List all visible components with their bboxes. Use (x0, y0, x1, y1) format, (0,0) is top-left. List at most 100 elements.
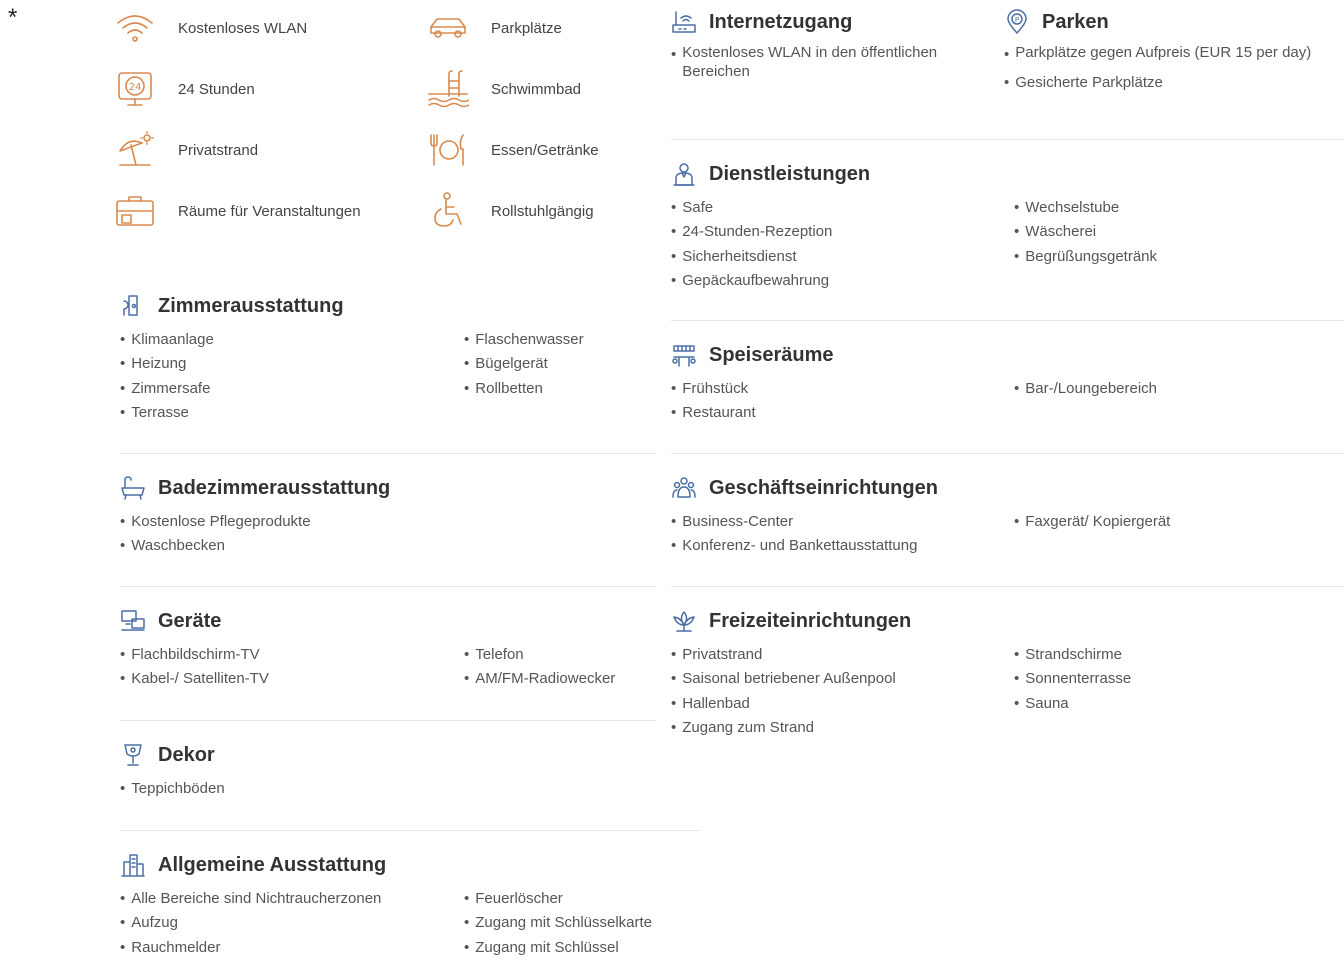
highlight-events: Räume für Veranstaltungen (112, 189, 361, 233)
section-geschaeftseinrichtungen: Geschäftseinrichtungen Business-CenterKo… (671, 474, 1344, 554)
highlight-beach: Privatstrand (112, 128, 258, 172)
list-item: Frühstück (671, 377, 756, 401)
highlight-parking: Parkplätze (425, 6, 562, 50)
list-item: Zugang mit Schlüssel (464, 936, 652, 960)
list-item: Flachbildschirm-TV (120, 643, 269, 667)
list-item: Bügelgerät (464, 352, 584, 376)
list-item: Saisonal betriebener Außenpool (671, 667, 896, 691)
list-item: Alle Bereiche sind Nichtraucherzonen (120, 887, 381, 911)
list-item: Privatstrand (671, 643, 896, 667)
list-item: Begrüßungsgetränk (1014, 245, 1157, 269)
router-icon (671, 8, 701, 36)
list-item: Safe (671, 196, 832, 220)
divider (120, 830, 700, 831)
list-item: Wäscherei (1014, 220, 1157, 244)
highlight-label: Räume für Veranstaltungen (178, 202, 361, 220)
section-title: Dienstleistungen (709, 162, 871, 185)
asterisk-mark: * (8, 4, 18, 31)
car-icon (425, 8, 471, 48)
lotus-spa-icon (671, 607, 701, 635)
highlight-pool: Schwimmbad (425, 67, 581, 111)
svg-text:24: 24 (129, 82, 142, 93)
list-item: Flaschenwasser (464, 328, 583, 352)
list-item: Rollbetten (464, 377, 584, 401)
section-zimmerausstattung: Zimmerausstattung KlimaanlageHeizungZimm… (120, 292, 656, 421)
clock-24-icon: 24 (112, 69, 158, 109)
list-item: Rauchmelder (120, 936, 381, 960)
section-title: Geschäftseinrichtungen (709, 476, 938, 499)
section-badezimmerausstattung: Badezimmerausstattung Kostenlose Pflegep… (120, 474, 656, 554)
list-item: Konferenz- und Bankettausstattung (671, 534, 917, 558)
list-item: Zugang zum Strand (671, 716, 896, 740)
pool-icon (425, 69, 471, 109)
section-allgemeine-ausstattung: Allgemeine Ausstattung Alle Bereiche sin… (120, 851, 700, 956)
list-item: Strandschirme (1014, 643, 1131, 667)
highlight-label: Privatstrand (178, 141, 259, 159)
list-item: Terrasse (120, 401, 214, 425)
list-item: Kabel-/ Satelliten-TV (120, 667, 269, 691)
section-internetzugang: Internetzugang Kostenloses WLAN in den ö… (671, 8, 991, 80)
list-item: Sonnenterrasse (1014, 667, 1131, 691)
highlight-label: Kostenloses WLAN (178, 19, 308, 37)
svg-text:P: P (1015, 16, 1019, 24)
highlight-wheelchair: Rollstuhlgängig (425, 189, 594, 233)
divider (671, 453, 1344, 454)
list-item: Sicherheitsdienst (671, 245, 832, 269)
list-item: Zugang mit Schlüsselkarte (464, 911, 652, 935)
list-item: Restaurant (671, 401, 755, 425)
list-item: Teppichböden (120, 777, 224, 801)
divider (671, 320, 1344, 321)
section-title: Internetzugang (709, 10, 853, 33)
trophy-vase-icon (120, 741, 150, 769)
divider (671, 586, 1344, 587)
parking-pin-icon: P (1004, 8, 1034, 36)
highlight-label: 24 Stunden (178, 80, 255, 98)
building-icon (120, 851, 150, 879)
bathtub-icon (120, 474, 150, 502)
room-key-icon (120, 292, 150, 320)
devices-icon (120, 607, 150, 635)
list-item: Hallenbad (671, 692, 896, 716)
highlight-dining: Essen/Getränke (425, 128, 599, 172)
dining-icon (425, 130, 471, 170)
wheelchair-icon (425, 191, 471, 231)
list-item: Gepäckaufbewahrung (671, 269, 832, 293)
list-item: Zimmersafe (120, 377, 214, 401)
divider (120, 453, 656, 454)
section-speiseraeume: Speiseräume FrühstückRestaurant Bar-/Lou… (671, 341, 1344, 421)
briefcase-icon (112, 191, 158, 231)
list-item: Wechselstube (1014, 196, 1157, 220)
list-item: Faxgerät/ Kopiergerät (1014, 510, 1170, 534)
highlight-wifi: Kostenloses WLAN (112, 6, 307, 50)
meeting-group-icon (671, 474, 701, 502)
list-item: Heizung (120, 352, 214, 376)
list-item: Bar-/Loungebereich (1014, 377, 1157, 401)
highlight-label: Parkplätze (491, 19, 562, 37)
section-title: Speiseräume (709, 343, 834, 366)
section-freizeiteinrichtungen: Freizeiteinrichtungen PrivatstrandSaison… (671, 607, 1344, 736)
section-title: Badezimmerausstattung (158, 476, 391, 499)
highlight-label: Rollstuhlgängig (491, 202, 594, 220)
list-item: Gesicherte Parkplätze (1004, 71, 1314, 95)
section-title: Geräte (158, 609, 222, 632)
list-item: Business-Center (671, 510, 917, 534)
list-item: Telefon (464, 643, 615, 667)
concierge-icon (671, 160, 701, 188)
list-item: Klimaanlage (120, 328, 214, 352)
list-item: Aufzug (120, 911, 381, 935)
section-title: Zimmerausstattung (158, 294, 344, 317)
list-item: Kostenloses WLAN in den öffentlichen Ber… (671, 44, 981, 81)
highlight-24h: 24 24 Stunden (112, 67, 255, 111)
divider (671, 139, 1344, 140)
wifi-icon (112, 8, 158, 48)
highlight-label: Schwimmbad (491, 80, 582, 98)
divider (120, 586, 656, 587)
section-title: Allgemeine Ausstattung (158, 853, 387, 876)
list-item: 24-Stunden-Rezeption (671, 220, 832, 244)
list-item-text: Parkplätze gegen Aufpreis (EUR 15 per da… (1015, 44, 1312, 61)
section-dienstleistungen: Dienstleistungen Safe24-Stunden-Rezeptio… (671, 160, 1344, 289)
list-item: Feuerlöscher (464, 887, 652, 911)
list-item: Parkplätze gegen Aufpreis (EUR 15 per da… (1004, 44, 1314, 65)
list-item-text: Kostenloses WLAN in den öffentlichen Ber… (682, 44, 938, 80)
section-title: Freizeiteinrichtungen (709, 609, 912, 632)
